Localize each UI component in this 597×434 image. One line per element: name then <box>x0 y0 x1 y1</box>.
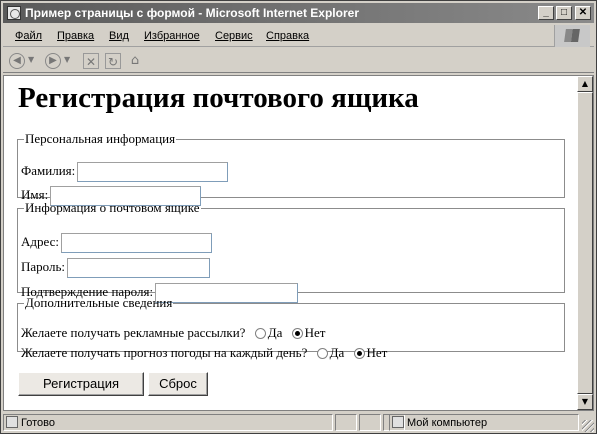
register-button[interactable]: Регистрация <box>18 372 144 396</box>
home-icon[interactable]: ⌂ <box>127 53 143 69</box>
web-page: Регистрация почтового ящика Персональная… <box>4 76 578 410</box>
ie-icon <box>7 6 21 20</box>
resize-grip[interactable] <box>582 420 594 432</box>
forward-dropdown-icon[interactable]: ▼ <box>64 55 70 64</box>
title-bar: Пример страницы с формой - Microsoft Int… <box>3 3 594 23</box>
ads-question: Желаете получать рекламные рассылки? <box>21 325 246 340</box>
weather-no-label: Нет <box>366 345 388 360</box>
weather-no-radio[interactable] <box>353 347 365 359</box>
password-label: Пароль: <box>21 259 66 274</box>
scroll-up-button[interactable]: ▲ <box>577 76 593 92</box>
minimize-button[interactable]: _ <box>538 6 554 20</box>
status-text: Готово <box>21 417 55 429</box>
weather-yes-radio[interactable] <box>316 347 328 359</box>
ads-no-label: Нет <box>304 325 326 340</box>
address-row: Адрес: <box>21 233 212 254</box>
surname-label: Фамилия: <box>21 163 76 178</box>
page-title: Регистрация почтового ящика <box>18 82 419 114</box>
scroll-down-button[interactable]: ▼ <box>577 394 593 410</box>
address-input[interactable] <box>60 233 212 254</box>
refresh-icon[interactable]: ↻ <box>105 53 121 69</box>
vertical-scrollbar[interactable]: ▲ ▼ <box>577 76 593 410</box>
window-title: Пример страницы с формой - Microsoft Int… <box>25 6 359 20</box>
ads-yes-radio[interactable] <box>254 327 266 339</box>
personal-info-fieldset: Персональная информация Фамилия: Имя: <box>17 131 565 207</box>
address-label: Адрес: <box>21 234 59 249</box>
surname-input[interactable] <box>77 162 229 183</box>
password-input[interactable] <box>67 258 211 279</box>
menu-view[interactable]: Вид <box>109 25 129 47</box>
surname-row: Фамилия: <box>21 162 229 183</box>
menu-help[interactable]: Справка <box>266 25 309 47</box>
status-cell-2 <box>359 414 381 431</box>
mailbox-info-legend: Информация о почтовом ящике <box>25 200 200 215</box>
ads-row: Желаете получать рекламные рассылки? Да … <box>21 324 325 342</box>
scroll-thumb[interactable] <box>577 92 593 394</box>
back-icon[interactable]: ◀ <box>9 53 25 69</box>
menu-tools[interactable]: Сервис <box>215 25 253 47</box>
stop-icon[interactable]: ✕ <box>83 53 99 69</box>
zone-text: Мой компьютер <box>407 417 488 429</box>
windows-logo-icon <box>554 25 590 47</box>
ads-no-radio[interactable] <box>291 327 303 339</box>
menu-favorites[interactable]: Избранное <box>144 25 200 47</box>
password-row: Пароль: <box>21 258 211 279</box>
computer-icon <box>392 416 404 429</box>
browser-window: Пример страницы с формой - Microsoft Int… <box>0 0 597 434</box>
menu-file[interactable]: Файл <box>15 25 42 47</box>
status-bar: Готово Мой компьютер <box>3 413 594 432</box>
page-viewport: Регистрация почтового ящика Персональная… <box>3 75 594 411</box>
maximize-button[interactable]: □ <box>556 6 572 20</box>
back-dropdown-icon[interactable]: ▼ <box>28 55 34 64</box>
weather-row: Желаете получать прогноз погоды на кажды… <box>21 344 387 362</box>
forward-icon[interactable]: ▶ <box>45 53 61 69</box>
toolbar: ◀ ▼ ▶ ▼ ✕ ↻ ⌂ <box>3 49 594 73</box>
weather-question: Желаете получать прогноз погоды на кажды… <box>21 345 308 360</box>
additional-info-legend: Дополнительные сведения <box>25 295 173 310</box>
mailbox-info-fieldset: Информация о почтовом ящике Адрес: Парол… <box>17 200 565 304</box>
menu-edit[interactable]: Правка <box>57 25 94 47</box>
page-icon <box>6 416 18 429</box>
reset-button[interactable]: Сброс <box>148 372 208 396</box>
zone-cell: Мой компьютер <box>389 414 579 431</box>
status-text-cell: Готово <box>3 414 333 431</box>
menu-bar: Файл Правка Вид Избранное Сервис Справка <box>3 25 594 47</box>
weather-yes-label: Да <box>329 345 345 360</box>
close-button[interactable]: ✕ <box>575 6 591 20</box>
ads-yes-label: Да <box>267 325 283 340</box>
status-cell-1 <box>335 414 357 431</box>
additional-info-fieldset: Дополнительные сведения Желаете получать… <box>17 295 565 360</box>
personal-info-legend: Персональная информация <box>25 131 176 146</box>
